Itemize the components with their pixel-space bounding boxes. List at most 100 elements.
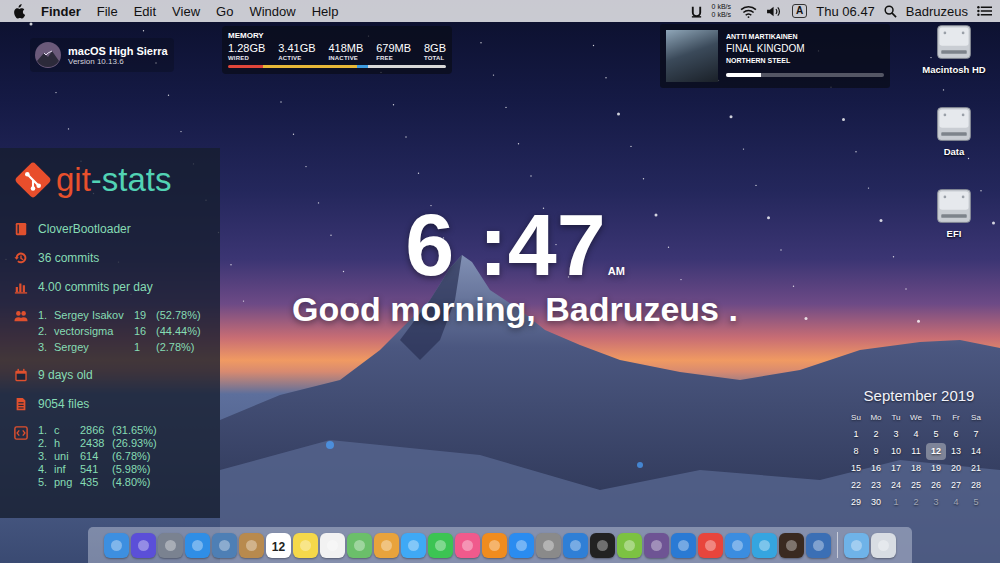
star bbox=[755, 185, 756, 186]
dock-app-icon[interactable] bbox=[482, 533, 507, 558]
dock-app-icon[interactable] bbox=[779, 533, 804, 558]
dock-app-icon[interactable] bbox=[131, 533, 156, 558]
star bbox=[318, 202, 319, 203]
star bbox=[418, 173, 419, 174]
dock-app-icon[interactable] bbox=[239, 533, 264, 558]
memory-bar-segment bbox=[368, 65, 446, 68]
os-version: Version 10.13.6 bbox=[68, 57, 168, 66]
star bbox=[842, 118, 845, 121]
menu-item[interactable]: View bbox=[164, 4, 208, 19]
dock-app-icon[interactable] bbox=[401, 533, 426, 558]
menu-item[interactable]: Window bbox=[241, 4, 303, 19]
calendar-day: 24 bbox=[886, 477, 906, 494]
star bbox=[643, 178, 644, 179]
menu-item[interactable]: Help bbox=[304, 4, 347, 19]
history-icon bbox=[14, 251, 28, 265]
app-menu[interactable]: Finder bbox=[33, 4, 89, 19]
dock-app-icon[interactable] bbox=[563, 533, 588, 558]
star bbox=[868, 187, 869, 188]
calendar-day: 4 bbox=[906, 426, 926, 443]
desktop-icon-label: Macintosh HD bbox=[922, 64, 985, 75]
volume-icon[interactable] bbox=[766, 5, 783, 18]
dock-app-glyph bbox=[678, 540, 689, 551]
track-title: FINAL KINGDOM bbox=[726, 42, 884, 56]
calendar-day: 2 bbox=[906, 494, 926, 511]
dock-app-icon[interactable] bbox=[374, 533, 399, 558]
dock-app-icon[interactable] bbox=[320, 533, 345, 558]
search-icon[interactable] bbox=[884, 5, 897, 18]
user-menu[interactable]: Badruzeus bbox=[906, 4, 968, 19]
language-share: (6.78%) bbox=[112, 450, 157, 463]
star bbox=[393, 104, 394, 105]
dock-app-icon[interactable] bbox=[293, 533, 318, 558]
dock-app-glyph bbox=[516, 540, 527, 551]
star bbox=[55, 92, 56, 93]
dock-app-icon[interactable] bbox=[509, 533, 534, 558]
star bbox=[180, 131, 181, 132]
star bbox=[505, 107, 506, 108]
memory-value: 418MB bbox=[328, 42, 363, 55]
git-stats-logo: git-stats bbox=[14, 160, 214, 200]
dock-app-icon[interactable]: 12 bbox=[266, 533, 291, 558]
language-rank: 5. bbox=[38, 476, 50, 489]
progress-bar[interactable] bbox=[726, 73, 884, 77]
star bbox=[168, 95, 169, 96]
input-source[interactable]: A bbox=[792, 4, 807, 18]
star bbox=[905, 288, 906, 289]
menu-item[interactable]: Go bbox=[208, 4, 241, 19]
dock-app-icon[interactable] bbox=[212, 533, 237, 558]
contributor-commits: 16 bbox=[134, 323, 152, 339]
dock-app-icon[interactable] bbox=[158, 533, 183, 558]
bar-chart-icon bbox=[14, 280, 28, 294]
dock-app-icon[interactable] bbox=[536, 533, 561, 558]
dock-app-icon[interactable] bbox=[671, 533, 696, 558]
dock-app-icon[interactable] bbox=[617, 533, 642, 558]
dock-app-icon[interactable] bbox=[725, 533, 750, 558]
dock-app-icon[interactable] bbox=[104, 533, 129, 558]
dock-app-icon[interactable] bbox=[644, 533, 669, 558]
language-rank: 4. bbox=[38, 463, 50, 476]
dock-app-icon[interactable] bbox=[428, 533, 453, 558]
star bbox=[780, 249, 781, 250]
calendar-day: 14 bbox=[966, 443, 986, 460]
menu-clock[interactable]: Thu 06.47 bbox=[816, 4, 875, 19]
star bbox=[405, 136, 406, 137]
notification-list-icon[interactable] bbox=[977, 5, 992, 17]
weekday: Tu bbox=[886, 409, 906, 426]
apple-icon[interactable] bbox=[12, 4, 25, 19]
dock-app-glyph bbox=[246, 540, 257, 551]
dock-app-icon[interactable] bbox=[698, 533, 723, 558]
calendar-day: 3 bbox=[886, 426, 906, 443]
dock-stack-icon[interactable] bbox=[844, 533, 869, 558]
network-stats[interactable]: 0 kB/s 0 kB/s bbox=[712, 3, 731, 19]
git-logo-icon bbox=[14, 161, 52, 199]
contributors-row: 1. Sergey Isakov 19 (52.78%)2. vectorsig… bbox=[14, 307, 214, 355]
weekday: Mo bbox=[866, 409, 886, 426]
dock-stack-icon[interactable] bbox=[871, 533, 896, 558]
desktop-icon[interactable]: Macintosh HD bbox=[916, 22, 992, 96]
menu-item[interactable]: Edit bbox=[126, 4, 164, 19]
dock-app-glyph bbox=[435, 540, 446, 551]
memory-label: TOTAL bbox=[424, 55, 446, 61]
dock-app-icon[interactable] bbox=[590, 533, 615, 558]
dock-app-icon[interactable] bbox=[455, 533, 480, 558]
star bbox=[668, 247, 669, 248]
calendar-day: 28 bbox=[966, 477, 986, 494]
dock-app-icon[interactable] bbox=[752, 533, 777, 558]
upload-rate: 0 kB/s bbox=[712, 3, 731, 11]
dock-app-icon[interactable] bbox=[185, 533, 210, 558]
star bbox=[880, 219, 883, 222]
desktop-icon[interactable]: EFI bbox=[916, 186, 992, 260]
menu-item[interactable]: File bbox=[89, 4, 126, 19]
dock-app-glyph bbox=[381, 540, 392, 551]
desktop-icon[interactable]: Data bbox=[916, 104, 992, 178]
utility-icon[interactable] bbox=[690, 5, 703, 18]
language-share: (31.65%) bbox=[112, 424, 157, 437]
repository-name: CloverBootloader bbox=[38, 220, 131, 238]
dock-app-icon[interactable] bbox=[806, 533, 831, 558]
album-art bbox=[666, 30, 718, 82]
dock-app-icon[interactable] bbox=[347, 533, 372, 558]
wifi-icon[interactable] bbox=[740, 5, 757, 18]
calendar-day: 9 bbox=[866, 443, 886, 460]
memory-label: FREE bbox=[376, 55, 411, 61]
